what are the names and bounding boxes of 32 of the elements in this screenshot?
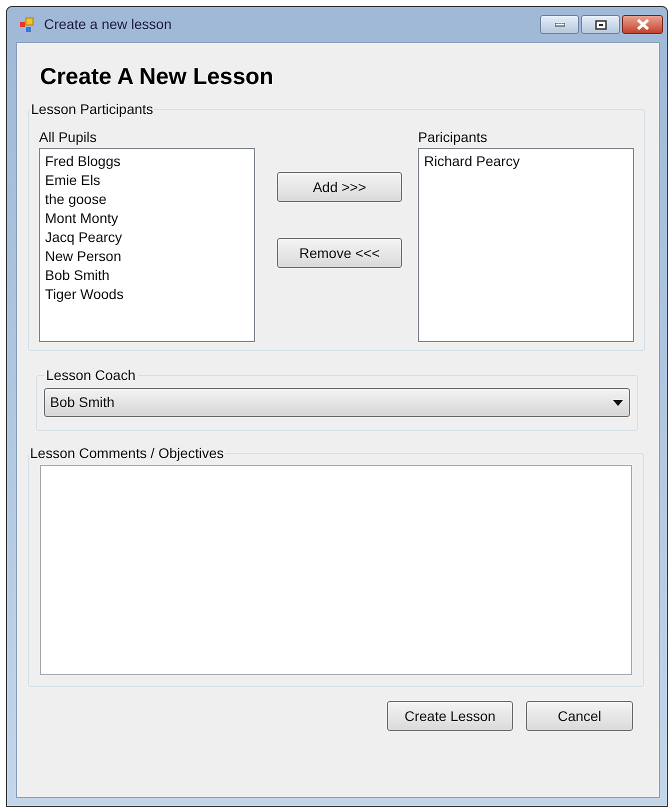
- close-icon: [636, 19, 650, 30]
- list-label: Paricipants: [418, 128, 488, 146]
- list-item[interactable]: the goose: [45, 190, 249, 209]
- dropdown-value: Bob Smith: [50, 393, 115, 412]
- list-item[interactable]: Fred Bloggs: [45, 152, 249, 171]
- maximize-icon: [594, 20, 606, 30]
- list-item[interactable]: Emie Els: [45, 171, 249, 190]
- remove-button[interactable]: Remove <<<: [277, 238, 402, 268]
- list-item[interactable]: Richard Pearcy: [424, 152, 628, 171]
- dropdown-arrow-icon: [613, 400, 623, 406]
- coach-dropdown[interactable]: Bob Smith: [44, 388, 630, 417]
- list-label: All Pupils: [39, 128, 98, 146]
- group-legend: Lesson Comments / Objectives: [29, 443, 225, 464]
- group-legend: Lesson Participants: [30, 99, 154, 120]
- minimize-icon: [554, 22, 564, 26]
- minimize-button[interactable]: [540, 15, 579, 34]
- add-button[interactable]: Add >>>: [277, 172, 402, 202]
- create-lesson-button[interactable]: Create Lesson: [387, 701, 513, 731]
- participants-listbox[interactable]: Richard Pearcy: [418, 148, 634, 342]
- maximize-button[interactable]: [581, 15, 620, 34]
- list-item[interactable]: Tiger Woods: [45, 285, 249, 304]
- list-item[interactable]: Mont Monty: [45, 209, 249, 228]
- window-title: Create a new lesson: [44, 15, 172, 34]
- cancel-button[interactable]: Cancel: [526, 701, 633, 731]
- list-item[interactable]: Jacq Pearcy: [45, 228, 249, 247]
- pupils-listbox[interactable]: Fred Bloggs Emie Els the goose Mont Monty Jacq Pearcy New Person Bob Smith Tiger Woods: [39, 148, 255, 342]
- app-icon: [19, 16, 35, 32]
- form-heading: Create A New Lesson: [40, 62, 274, 91]
- list-item[interactable]: Bob Smith: [45, 266, 249, 285]
- group-legend: Lesson Coach: [44, 365, 138, 386]
- close-button[interactable]: [622, 15, 663, 34]
- list-item[interactable]: New Person: [45, 247, 249, 266]
